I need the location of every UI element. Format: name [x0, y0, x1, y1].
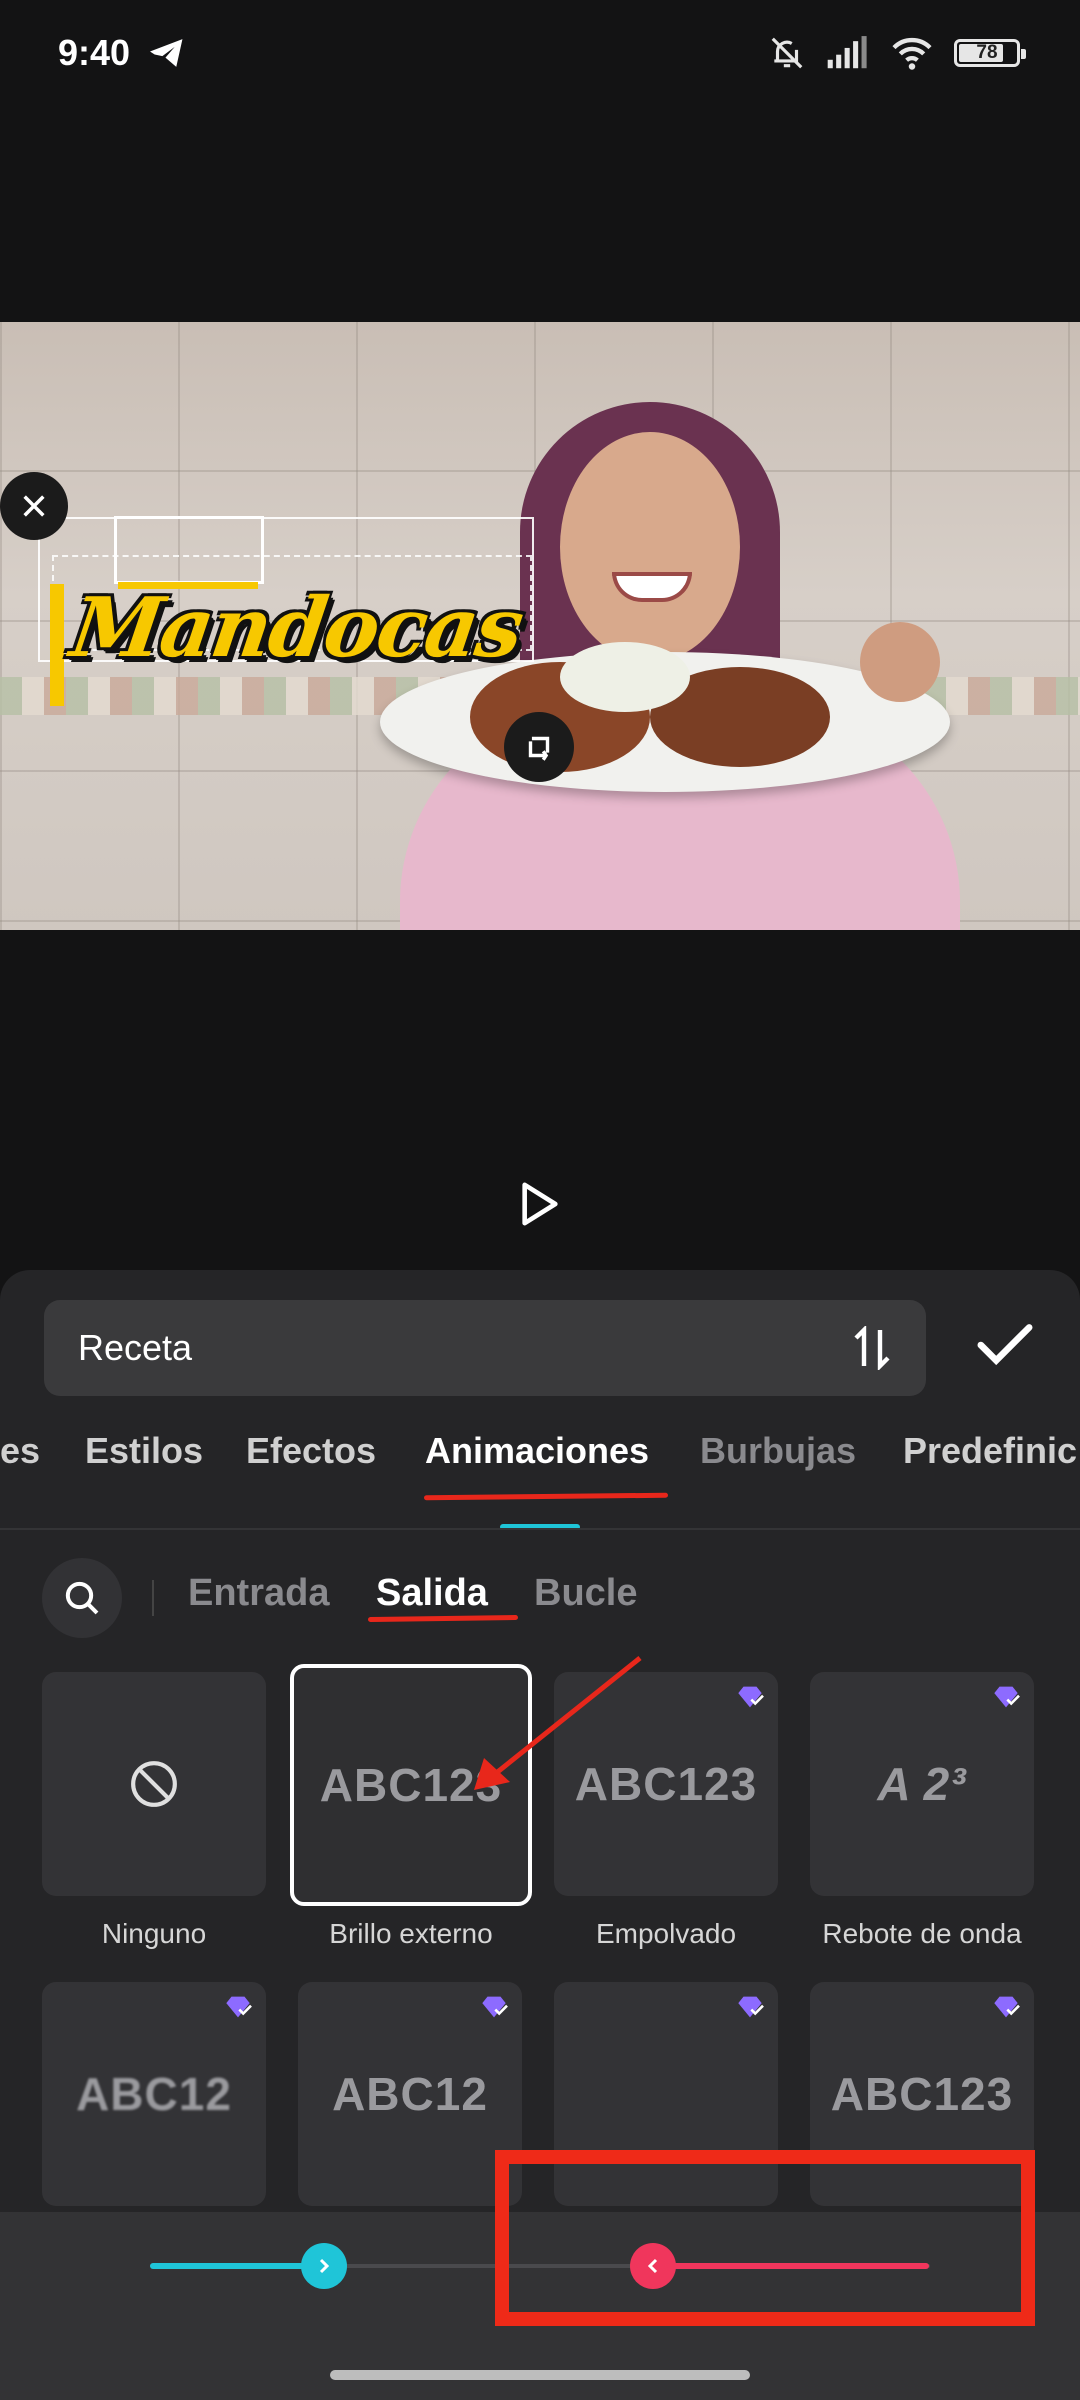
- animation-preview-text: ABC12: [76, 2068, 232, 2120]
- telegram-icon: [150, 39, 183, 67]
- wifi-icon: [892, 37, 932, 70]
- annotation-arrow: [474, 1656, 642, 1790]
- animation-card[interactable]: ABC12: [42, 1982, 266, 2206]
- rotate-icon: [528, 736, 550, 761]
- battery-level: 78: [976, 42, 998, 63]
- premium-icon: [738, 1686, 764, 1708]
- bell-off-icon: [771, 37, 803, 69]
- text-input-field[interactable]: Receta: [44, 1300, 926, 1396]
- home-indicator[interactable]: [330, 2370, 750, 2380]
- rotate-scale-handle[interactable]: [504, 712, 574, 782]
- tab-animaciones[interactable]: Animaciones: [425, 1430, 649, 1472]
- none-icon: [131, 1761, 177, 1807]
- status-bar: 9:40 78: [0, 0, 1080, 110]
- sticker-decoration: [114, 516, 264, 584]
- animation-preview-text: A 2³: [877, 1758, 967, 1810]
- divider: [0, 1528, 1080, 1530]
- in-duration-handle[interactable]: [301, 2243, 347, 2289]
- premium-icon: [226, 1996, 252, 2018]
- animation-card[interactable]: ABC12: [298, 1982, 522, 2206]
- battery-icon: 78: [954, 39, 1026, 67]
- person-face: [560, 432, 740, 662]
- swap-icon[interactable]: [852, 1326, 892, 1370]
- chevron-right-icon: [319, 2258, 330, 2274]
- close-sticker-button[interactable]: [0, 472, 68, 540]
- annotation-underline: [367, 1614, 519, 1623]
- tab-partial[interactable]: es: [0, 1430, 40, 1472]
- status-icons: 78: [768, 34, 1026, 72]
- tab-efectos[interactable]: Efectos: [246, 1430, 376, 1472]
- check-icon: [977, 1324, 1033, 1366]
- animation-label: Rebote de onda: [822, 1918, 1022, 1949]
- close-icon: [23, 495, 45, 517]
- play-icon: [522, 1182, 558, 1226]
- confirm-button[interactable]: [970, 1310, 1040, 1380]
- search-button[interactable]: [42, 1558, 122, 1638]
- animation-label: Brillo externo: [329, 1918, 493, 1949]
- animation-rebote-de-onda-card[interactable]: A 2³: [810, 1672, 1034, 1896]
- animation-label: Ninguno: [101, 1918, 207, 1949]
- premium-icon: [738, 1996, 764, 2018]
- video-preview[interactable]: Mandocas: [0, 322, 1080, 930]
- tab-estilos[interactable]: Estilos: [85, 1430, 203, 1472]
- premium-icon: [482, 1996, 508, 2018]
- animation-none-card[interactable]: [42, 1672, 266, 1896]
- category-tabs: es Estilos Efectos Animaciones Burbujas …: [0, 1430, 1080, 1500]
- food-rice: [560, 642, 690, 712]
- animation-label: Empolvado: [595, 1918, 737, 1949]
- in-animation-range: [150, 2263, 325, 2269]
- annotation-highlight-box: [495, 2150, 1035, 2326]
- signal-icon: [827, 36, 867, 69]
- tab-predefinidos[interactable]: Predefinic: [903, 1430, 1077, 1472]
- subtab-salida[interactable]: Salida: [376, 1572, 488, 1615]
- sticker-text[interactable]: Mandocas: [65, 580, 527, 676]
- person-hand: [860, 622, 940, 702]
- animation-preview-text: ABC12: [332, 2068, 488, 2120]
- tab-burbujas[interactable]: Burbujas: [700, 1430, 856, 1472]
- divider: [152, 1580, 154, 1616]
- status-time: 9:40: [58, 32, 131, 73]
- sticker-decoration-bar: [50, 584, 64, 706]
- play-button[interactable]: [512, 1176, 568, 1232]
- premium-icon: [994, 1996, 1020, 2018]
- subtab-bucle[interactable]: Bucle: [534, 1572, 637, 1615]
- premium-icon: [994, 1686, 1020, 1708]
- subtab-entrada[interactable]: Entrada: [188, 1572, 329, 1615]
- search-icon: [65, 1581, 99, 1615]
- animation-preview-text: ABC123: [830, 2068, 1014, 2120]
- text-input-value[interactable]: Receta: [78, 1327, 192, 1369]
